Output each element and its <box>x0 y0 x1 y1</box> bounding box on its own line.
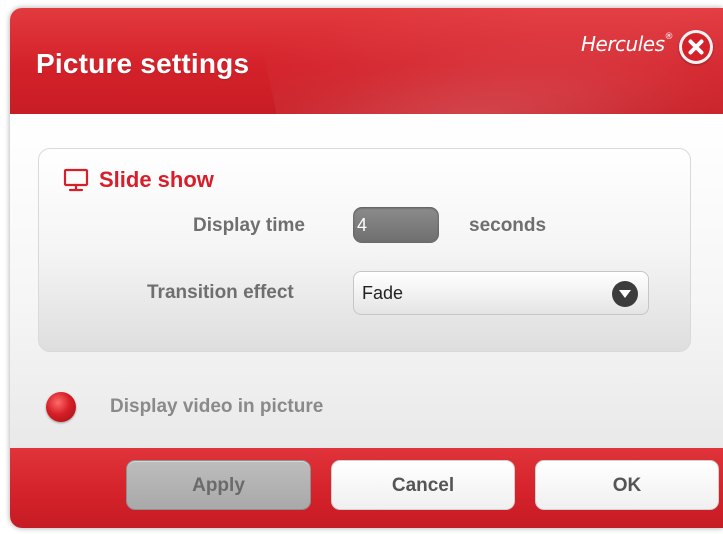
close-icon <box>682 33 710 61</box>
cancel-button[interactable]: Cancel <box>331 460 515 510</box>
close-button[interactable] <box>679 30 713 64</box>
slideshow-panel: Slide show Display time 4 seconds Transi… <box>38 148 691 352</box>
picture-settings-dialog: Picture settings Hercules® Slide show Di… <box>10 8 723 528</box>
transition-effect-select[interactable]: Fade <box>353 271 649 315</box>
ok-button[interactable]: OK <box>535 460 719 510</box>
dialog-header: Picture settings Hercules® <box>10 8 723 114</box>
transition-effect-label: Transition effect <box>147 282 294 303</box>
dialog-title: Picture settings <box>36 48 250 79</box>
brand-registered-mark: ® <box>664 32 674 42</box>
chevron-down-icon <box>619 290 631 298</box>
brand-logo: Hercules® <box>580 32 674 56</box>
brand-name: Hercules <box>580 32 665 56</box>
header-sheen <box>259 8 723 114</box>
display-time-unit: seconds <box>469 215 547 236</box>
dropdown-button[interactable] <box>612 281 638 307</box>
display-time-label: Display time <box>193 215 305 236</box>
apply-button[interactable]: Apply <box>126 460 311 510</box>
transition-effect-value: Fade <box>362 283 404 303</box>
dialog-footer: Apply Cancel OK <box>10 448 723 528</box>
monitor-icon <box>63 168 89 192</box>
display-time-input[interactable]: 4 <box>353 207 439 243</box>
dialog-body: Slide show Display time 4 seconds Transi… <box>10 114 723 448</box>
slideshow-header: Slide show <box>63 167 214 193</box>
video-in-picture-label: Display video in picture <box>110 396 324 417</box>
video-in-picture-radio[interactable] <box>46 392 76 422</box>
slideshow-title: Slide show <box>99 167 214 192</box>
